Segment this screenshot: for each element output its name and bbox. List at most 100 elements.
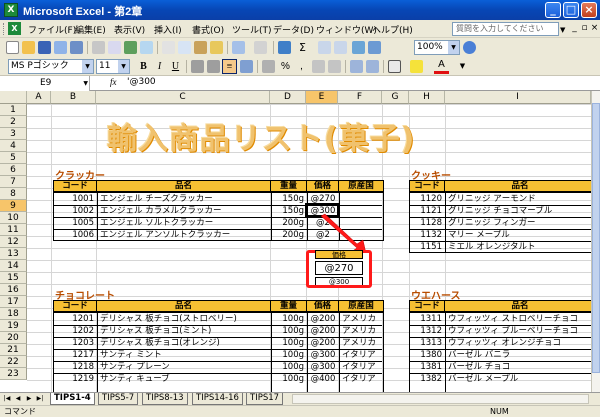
table-cell[interactable]: ウフィッツィ ブルーベリーチョコ [446,325,595,337]
table-cell[interactable]: 1202 [55,325,96,337]
table-cell[interactable]: 1313 [411,337,444,349]
row-header[interactable]: 20 [0,332,27,344]
row-header[interactable]: 9 [0,200,27,212]
decrease-indent-icon[interactable] [350,60,363,73]
print-icon[interactable] [92,41,105,54]
align-left-icon[interactable] [191,60,204,73]
table-cell[interactable]: マリー メープル [446,229,595,241]
row-header[interactable]: 12 [0,236,27,248]
table-cell[interactable]: 1217 [55,349,96,361]
table-cell[interactable]: グリニッジ チョコマーブル [446,205,595,217]
table-cell[interactable]: サンティ ミント [98,349,270,361]
underline-button[interactable]: U [168,59,183,74]
table-cell[interactable]: 200g [272,217,306,229]
row-header[interactable]: 7 [0,176,27,188]
sheet-tab-tips14-16[interactable]: TIPS14-16 [192,393,243,405]
comma-button[interactable]: , [294,59,309,74]
table-cell[interactable]: 1128 [411,217,444,229]
table-cell[interactable]: ミエル オレンジタルト [446,241,595,253]
doc-close-button[interactable]: × [589,23,600,34]
minimize-button[interactable]: _ [545,2,561,18]
table-cell[interactable]: 1312 [411,325,444,337]
row-header[interactable]: 21 [0,344,27,356]
sort-ascending-icon[interactable] [318,41,331,54]
copy-icon[interactable] [178,41,191,54]
table-cell[interactable]: 1219 [55,373,96,385]
table-cell[interactable]: サンティ プレーン [98,361,270,373]
table-cell[interactable]: 1120 [411,193,444,205]
name-box[interactable]: E9 ▼ [0,76,90,91]
close-button[interactable]: × [581,2,597,18]
menu-view[interactable]: 表示(V) [114,23,145,36]
sheet-tab-tips17[interactable]: TIPS17 [246,393,284,405]
formula-input[interactable]: '@300 [127,77,156,87]
help-dropdown-icon[interactable]: ▼ [560,26,565,34]
table-cell[interactable]: デリシャス 板チョコ(ミント) [98,325,270,337]
table-cell[interactable]: グリニッジ アーモンド [446,193,595,205]
print-preview-icon[interactable] [108,41,121,54]
menu-window[interactable]: ウィンドウ(W) [316,23,377,36]
row-header[interactable]: 2 [0,116,27,128]
column-header-selected[interactable]: E [306,91,338,104]
row-header[interactable]: 14 [0,260,27,272]
table-cell[interactable]: 1311 [411,313,444,325]
table-cell[interactable]: バーゼル バニラ [446,349,595,361]
table-cell[interactable]: イタリア [340,373,382,385]
next-sheet-icon[interactable]: ▶ [24,394,34,404]
sheet-tab-tips5-7[interactable]: TIPS5-7 [98,393,139,405]
menu-tools[interactable]: ツール(T) [232,23,272,36]
chevron-down-icon[interactable]: ▼ [448,41,459,54]
sheet-tab-tips8-13[interactable]: TIPS8-13 [142,393,188,405]
table-cell[interactable]: 150g [272,205,306,217]
table-cell[interactable]: 1151 [411,241,444,253]
table-cell[interactable]: 1382 [411,373,444,385]
table-cell[interactable]: 100g [272,337,306,349]
hyperlink-icon[interactable] [278,41,291,54]
column-header[interactable]: H [409,91,445,104]
table-cell[interactable]: ウフィッツィ ストロベリーチョコ [446,313,595,325]
save-icon[interactable] [38,41,51,54]
table-cell[interactable]: 200g [272,229,306,241]
row-header[interactable]: 4 [0,140,27,152]
table-cell[interactable]: @300 [308,361,338,373]
row-header[interactable]: 5 [0,152,27,164]
table-cell[interactable]: 1218 [55,361,96,373]
table-cell[interactable] [340,193,382,205]
table-cell[interactable]: 1001 [55,193,96,205]
sort-descending-icon[interactable] [334,41,347,54]
table-cell[interactable]: 1201 [55,313,96,325]
row-header[interactable]: 6 [0,164,27,176]
row-header[interactable]: 15 [0,272,27,284]
row-header[interactable]: 22 [0,356,27,368]
merge-center-icon[interactable] [240,60,253,73]
open-icon[interactable] [22,41,35,54]
row-header[interactable]: 17 [0,296,27,308]
increase-decimal-icon[interactable] [312,60,325,73]
table-cell[interactable]: バーゼル メープル [446,373,595,385]
menu-format[interactable]: 書式(O) [192,23,224,36]
table-cell[interactable]: サンティ キューブ [98,373,270,385]
table-cell[interactable]: イタリア [340,349,382,361]
chevron-down-icon[interactable]: ▼ [118,60,129,73]
help-icon[interactable] [463,41,476,54]
percent-button[interactable]: % [278,59,293,74]
drawing-icon[interactable] [368,41,381,54]
table-cell[interactable]: 1381 [411,361,444,373]
currency-icon[interactable] [262,60,275,73]
borders-icon[interactable] [388,60,401,73]
align-center-icon[interactable] [207,60,220,73]
table-cell[interactable]: エンジェル アンソルトクラッカー [98,229,270,241]
row-header[interactable]: 11 [0,224,27,236]
row-header[interactable]: 10 [0,212,27,224]
table-cell[interactable]: イタリア [340,361,382,373]
column-header[interactable]: A [27,91,51,104]
format-painter-icon[interactable] [210,41,223,54]
horizontal-scrollbar[interactable] [292,394,589,404]
table-cell[interactable]: 100g [272,349,306,361]
row-header[interactable]: 16 [0,284,27,296]
row-header[interactable]: 19 [0,320,27,332]
undo-icon[interactable] [232,41,245,54]
chevron-down-icon[interactable]: ▼ [82,60,93,73]
menu-data[interactable]: データ(D) [273,23,314,36]
column-header[interactable]: B [51,91,96,104]
